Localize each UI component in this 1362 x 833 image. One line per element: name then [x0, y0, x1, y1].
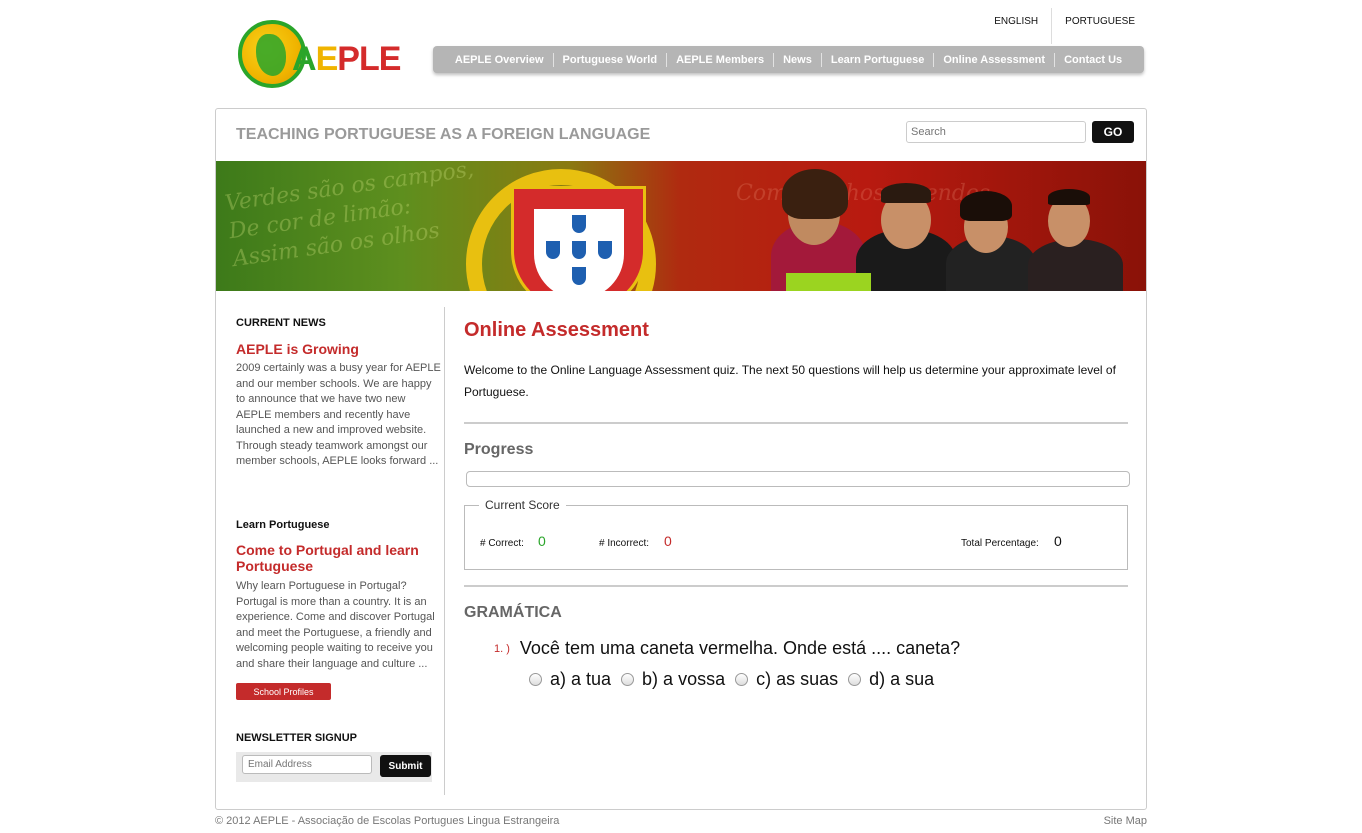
- nav-online-assessment[interactable]: Online Assessment: [934, 52, 1056, 67]
- newsletter-form: Submit: [236, 752, 432, 782]
- incorrect-label: # Incorrect:: [599, 538, 650, 549]
- radio-button[interactable]: [735, 673, 749, 686]
- incorrect-value: 0: [664, 533, 672, 549]
- lang-portuguese-link[interactable]: PORTUGUESE: [1052, 10, 1148, 44]
- school-profiles-button[interactable]: School Profiles: [236, 683, 331, 700]
- news-text: 2009 certainly was a busy year for AEPLE…: [236, 362, 441, 467]
- question: 1. ) Você tem uma caneta vermelha. Onde e…: [494, 638, 960, 659]
- lang-english-link[interactable]: ENGLISH: [981, 10, 1051, 44]
- question-text: Você tem uma caneta vermelha. Onde está …: [519, 638, 961, 658]
- search-input[interactable]: [906, 121, 1086, 143]
- hero-banner: Verdes são os campos, De cor de limão: A…: [216, 161, 1146, 291]
- score-legend: Current Score: [479, 498, 566, 512]
- footer-sitemap-link[interactable]: Site Map: [1104, 815, 1147, 827]
- banner-poem: Verdes são os campos, De cor de limão: A…: [223, 161, 476, 273]
- news-title-link[interactable]: AEPLE is Growing: [236, 341, 436, 357]
- total-percentage-value: 0: [1054, 533, 1062, 549]
- learn-text: Why learn Portuguese in Portugal? Portug…: [236, 580, 435, 670]
- main-container: TEACHING PORTUGUESE AS A FOREIGN LANGUAG…: [215, 108, 1147, 810]
- radio-button[interactable]: [848, 673, 862, 686]
- progress-bar: [466, 471, 1130, 487]
- footer-copyright: © 2012 AEPLE - Associação de Escolas Por…: [215, 815, 560, 827]
- newsletter-submit-button[interactable]: Submit: [380, 755, 431, 777]
- nav-portuguese-world[interactable]: Portuguese World: [554, 52, 668, 67]
- current-score-box: Current Score # Correct: 0 # Incorrect: …: [464, 498, 1128, 570]
- search-go-button[interactable]: GO: [1092, 121, 1134, 143]
- option-label: c) as suas: [756, 669, 839, 689]
- language-switcher: ENGLISH PORTUGUESE: [981, 8, 1148, 44]
- portugal-shield-icon: [511, 186, 646, 291]
- radio-button[interactable]: [621, 673, 635, 686]
- learn-portuguese-heading: Learn Portuguese: [236, 519, 330, 531]
- nav-aeple-members[interactable]: AEPLE Members: [667, 52, 775, 67]
- page-title: Online Assessment: [464, 319, 649, 341]
- option-label: b) a vossa: [642, 669, 726, 689]
- option-label: a) a tua: [550, 669, 612, 689]
- correct-label: # Correct:: [480, 538, 524, 549]
- nav-contact-us[interactable]: Contact Us: [1055, 53, 1131, 67]
- email-field[interactable]: [242, 755, 372, 774]
- correct-value: 0: [538, 533, 546, 549]
- nav-aeple-overview[interactable]: AEPLE Overview: [446, 52, 554, 67]
- tagline: TEACHING PORTUGUESE AS A FOREIGN LANGUAG…: [236, 126, 651, 143]
- question-number: 1. ): [494, 643, 510, 655]
- newsletter-heading: NEWSLETTER SIGNUP: [236, 732, 358, 744]
- radio-button[interactable]: [529, 673, 542, 686]
- section-heading: GRAMÁTICA: [464, 604, 562, 621]
- main-nav: AEPLE Overview Portuguese World AEPLE Me…: [433, 46, 1144, 73]
- divider: [464, 585, 1128, 587]
- answer-options: a) a tua b) a vossa c) as suas d) a sua: [529, 669, 944, 690]
- logo-text: AEPLE: [292, 40, 401, 78]
- nav-learn-portuguese[interactable]: Learn Portuguese: [822, 52, 935, 67]
- total-percentage-label: Total Percentage:: [961, 538, 1039, 549]
- divider: [464, 422, 1128, 424]
- progress-heading: Progress: [464, 441, 534, 458]
- option-label: d) a sua: [869, 669, 935, 689]
- option-a[interactable]: a) a tua: [529, 669, 611, 690]
- learn-title-link[interactable]: Come to Portugal and learn Portuguese: [236, 542, 436, 574]
- sidebar: CURRENT NEWS AEPLE is Growing 2009 certa…: [216, 307, 445, 795]
- option-b[interactable]: b) a vossa: [621, 669, 725, 690]
- nav-news[interactable]: News: [774, 52, 822, 67]
- option-d[interactable]: d) a sua: [848, 669, 934, 690]
- intro-text: Welcome to the Online Language Assessmen…: [464, 363, 1116, 399]
- current-news-heading: CURRENT NEWS: [236, 317, 326, 329]
- option-c[interactable]: c) as suas: [735, 669, 838, 690]
- aeple-logo[interactable]: AEPLE: [238, 18, 401, 90]
- banner-poem-right: Com os olhos estendes: [736, 181, 991, 206]
- main-content: Online Assessment Welcome to the Online …: [464, 307, 1130, 795]
